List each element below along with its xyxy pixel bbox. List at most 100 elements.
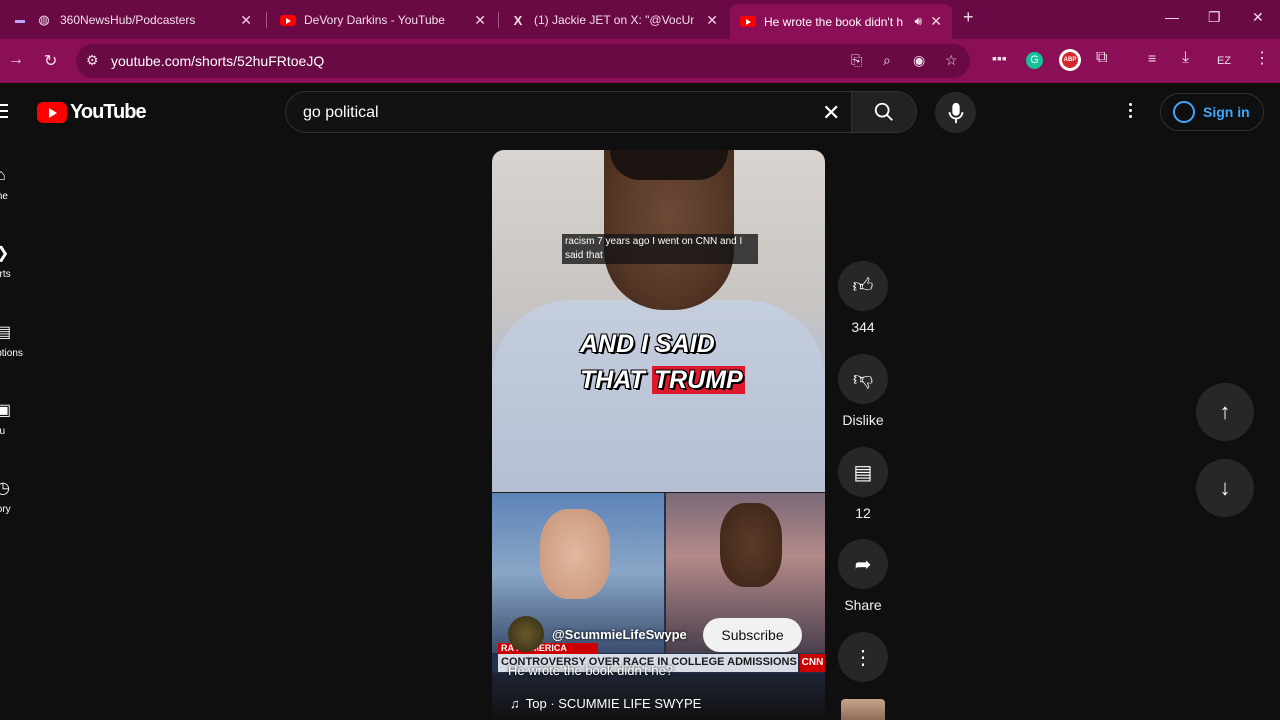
anchor-head <box>540 509 610 599</box>
video-title[interactable]: He wrote the book didn't he? <box>508 663 673 678</box>
sound-thumbnail[interactable] <box>841 699 885 720</box>
comments-action[interactable]: ▤ 12 <box>836 447 890 521</box>
subscriptions-icon: ▤ <box>0 324 12 341</box>
search-input[interactable]: go political ✕ <box>285 91 851 133</box>
sidebar-item-home[interactable]: ⌂ me <box>0 167 40 202</box>
sidebar-item-label: me <box>0 191 8 202</box>
profile-avatar[interactable]: EZ <box>1212 49 1236 73</box>
caption-line-1: AND I SAID <box>580 330 715 358</box>
install-app-icon[interactable]: ⎘ <box>851 52 862 69</box>
music-note-icon: ♫ <box>510 696 520 711</box>
channel-name[interactable]: @ScummieLifeSwype <box>552 627 687 642</box>
youtube-logo[interactable]: YouTube <box>37 101 147 124</box>
address-bar[interactable]: ⚙︎ youtube.com/shorts/52huFRtoeJQ ⎘ ⌕ ◉ … <box>76 44 970 78</box>
channel-info[interactable]: @ScummieLifeSwype <box>508 616 687 652</box>
close-icon[interactable]: ✕ <box>930 13 942 30</box>
adblock-label: ABP <box>1062 52 1078 68</box>
sidebar-item-shorts[interactable]: ❯ orts <box>0 243 40 280</box>
dislike-label: Dislike <box>842 412 884 428</box>
sidebar-item-you[interactable]: ▣ ou <box>0 400 40 437</box>
site-settings-icon[interactable]: ⚙︎ <box>86 52 99 69</box>
channel-avatar[interactable] <box>508 616 544 652</box>
thumbs-up-icon[interactable]: 👍︎ <box>838 261 888 311</box>
youtube-play-icon <box>37 102 67 123</box>
sign-in-button[interactable]: Sign in <box>1160 93 1264 131</box>
grammarly-icon[interactable]: G <box>1026 52 1043 69</box>
puzzle-extensions-icon[interactable]: ⧉ <box>1096 49 1107 67</box>
more-action[interactable]: ⋮ <box>836 632 890 682</box>
account-icon <box>1173 101 1195 123</box>
new-tab-button[interactable]: + <box>963 7 974 28</box>
tab-devory-darkins[interactable]: DeVory Darkins - YouTube ✕ <box>270 6 496 34</box>
x-logo-icon: X <box>513 12 523 28</box>
media-queue-icon[interactable]: ≡ <box>1148 50 1156 66</box>
dislike-action[interactable]: 👎︎ Dislike <box>836 354 890 428</box>
share-label: Share <box>844 597 882 613</box>
restore-icon[interactable]: ❐ <box>1208 9 1221 26</box>
url-text: youtube.com/shorts/52huFRtoeJQ <box>111 53 325 69</box>
music-link[interactable]: ♫ Top · SCUMMIE LIFE SWYPE <box>510 696 701 711</box>
tab-jackie-jet[interactable]: X (1) Jackie JET on X: "@VocUnch ✕ <box>500 6 728 34</box>
close-icon[interactable]: ✕ <box>474 12 486 29</box>
tab-360newshub[interactable]: ▬ ◍ 360NewsHub/Podcasters ✕ <box>2 6 262 34</box>
thumbs-down-icon[interactable]: 👎︎ <box>838 354 888 404</box>
window-close-icon[interactable]: ✕ <box>1252 9 1264 26</box>
shorts-video-player[interactable]: racism 7 years ago I went on CNN and I s… <box>492 150 825 720</box>
reload-icon[interactable]: ↻ <box>44 51 57 71</box>
sign-in-label: Sign in <box>1203 104 1250 120</box>
sidebar-item-label: iptions <box>0 348 23 359</box>
sidebar-item-label: tory <box>0 504 11 515</box>
hamburger-menu-icon[interactable] <box>0 104 10 122</box>
more-vertical-icon[interactable]: ⋮ <box>838 632 888 682</box>
sidebar-item-history[interactable]: ◷ tory <box>0 478 40 515</box>
youtube-icon <box>280 12 296 28</box>
close-icon[interactable]: ✕ <box>240 12 252 29</box>
arrow-down-icon: ↓ <box>1219 475 1231 500</box>
tab-active-short[interactable]: He wrote the book didn't h 🔊︎ ✕ <box>730 4 952 39</box>
comment-icon[interactable]: ▤ <box>838 447 888 497</box>
voice-search-button[interactable] <box>935 92 976 133</box>
burned-in-caption: AND I SAID THAT TRUMP <box>580 326 745 398</box>
search-icon <box>874 102 893 121</box>
browser-menu-icon[interactable]: ⋮ <box>1254 48 1270 68</box>
extension-dots-icon[interactable]: ▪▪▪ <box>992 50 1007 66</box>
forward-icon[interactable]: → <box>8 51 24 69</box>
tab-separator <box>266 12 267 28</box>
sidebar-item-subscriptions[interactable]: ▤ iptions <box>0 322 40 359</box>
clear-search-icon[interactable]: ✕ <box>822 100 840 126</box>
share-action[interactable]: ➦ Share <box>836 539 890 613</box>
browser-tab-bar: ▬ ◍ 360NewsHub/Podcasters ✕ DeVory Darki… <box>0 0 1280 39</box>
share-arrow-icon[interactable]: ➦ <box>838 539 888 589</box>
zoom-icon[interactable]: ⌕ <box>883 52 891 69</box>
like-action[interactable]: 👍︎ 344 <box>836 261 890 335</box>
like-count: 344 <box>851 319 875 335</box>
logo-text: YouTube <box>70 101 147 123</box>
sidebar-item-label: ou <box>0 426 6 437</box>
network-bug: CNN <box>800 654 825 672</box>
arrow-up-icon: ↑ <box>1219 399 1231 424</box>
settings-menu-icon[interactable] <box>1129 103 1132 121</box>
tracking-eye-off-icon[interactable]: ◉ <box>913 52 925 69</box>
globe-icon: ◍ <box>38 12 50 27</box>
music-label: Top · SCUMMIE LIFE SWYPE <box>525 696 702 711</box>
minimize-icon[interactable]: — <box>1165 9 1179 25</box>
you-icon: ▣ <box>0 402 12 419</box>
previous-short-button[interactable]: ↑ <box>1196 383 1254 441</box>
close-icon[interactable]: ✕ <box>706 12 718 29</box>
next-short-button[interactable]: ↓ <box>1196 459 1254 517</box>
download-icon[interactable]: ⤓ <box>1182 49 1189 67</box>
search-button[interactable] <box>851 91 917 133</box>
caption-highlight: TRUMP <box>651 366 745 394</box>
speaker-icon[interactable]: 🔊︎ <box>914 14 922 29</box>
shorts-icon: ❯ <box>0 243 40 263</box>
tab-title: (1) Jackie JET on X: "@VocUnch <box>534 13 694 27</box>
video-hair <box>610 150 728 180</box>
tab-title: He wrote the book didn't h <box>764 14 904 29</box>
adblock-icon[interactable]: ABP <box>1059 49 1081 71</box>
tab-title: 360NewsHub/Podcasters <box>60 13 196 27</box>
subscribe-button[interactable]: Subscribe <box>703 618 802 652</box>
bookmark-star-icon[interactable]: ☆ <box>945 52 958 69</box>
purple-flag-icon: ▬ <box>15 14 25 26</box>
caption-line-2a: THAT <box>580 366 652 394</box>
sidebar-item-label: orts <box>0 269 11 280</box>
